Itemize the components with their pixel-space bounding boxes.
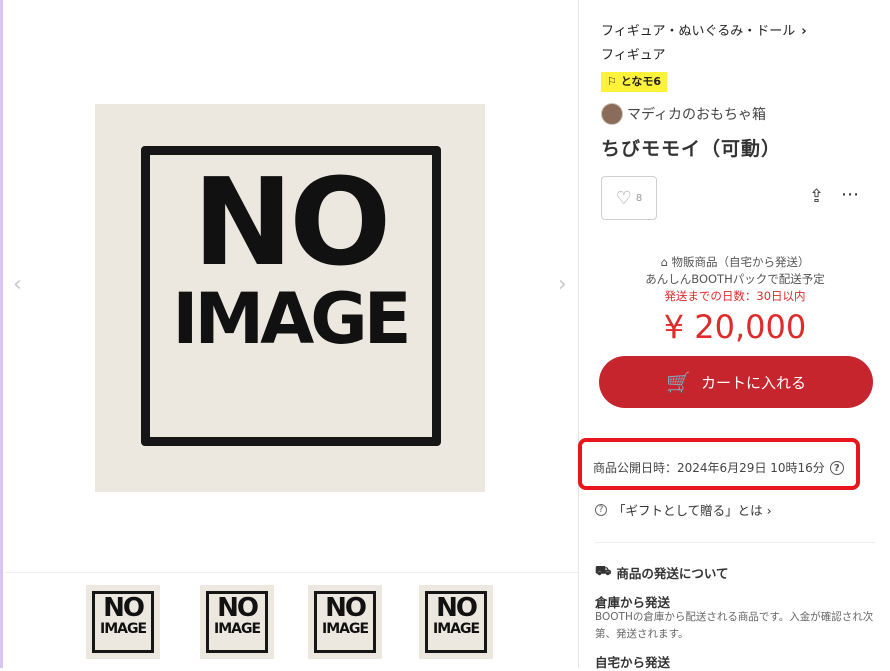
delivery-heading-label: 商品の発送について: [616, 566, 729, 581]
shop-name: マディカのおもちゃ箱: [627, 107, 767, 123]
shipping-type: ⌂ 物販商品（自宅から発送）: [579, 254, 890, 270]
help-icon[interactable]: ?: [829, 460, 844, 475]
truck-icon: ⛟: [595, 564, 612, 579]
question-icon: ?: [595, 503, 607, 516]
gift-info-link[interactable]: ? 「ギフトとして贈る」とは ›: [595, 500, 772, 519]
thumbnail-text-line2: IMAGE: [321, 621, 369, 637]
product-price: ¥ 20,000: [663, 308, 807, 346]
chevron-right-icon: ›: [801, 24, 807, 39]
thumbnail-text-line2: IMAGE: [213, 621, 261, 637]
shipping-pack-note: あんしんBOOTHパックで配送予定: [645, 272, 825, 286]
breadcrumb-category[interactable]: フィギュア・ぬいぐるみ・ドール ›: [601, 20, 807, 39]
shipping-type-label: 物販商品（自宅から発送）: [671, 255, 810, 269]
published-date-text: 商品公開日時：2024年6月29日 10時16分: [593, 461, 825, 475]
thumbnail-text-line2: IMAGE: [432, 621, 480, 637]
event-tag[interactable]: ⚐ となモ6: [601, 72, 668, 92]
home-shipping-title: 自宅から発送: [595, 655, 671, 670]
thumbnail-2[interactable]: NO IMAGE: [200, 585, 274, 659]
thumbnail-text-line1: NO: [103, 593, 145, 623]
share-icon[interactable]: ⇪: [809, 186, 824, 207]
no-image-text-line1: NO: [192, 154, 391, 293]
published-date: 商品公開日時：2024年6月29日 10時16分 ?: [593, 459, 844, 476]
warehouse-shipping-desc: BOOTHの倉庫から配送される商品です。入金が確認され次第、発送されます。: [595, 611, 874, 640]
thumbnail-text-line1: NO: [436, 593, 478, 623]
prev-image-arrow[interactable]: ‹: [13, 272, 22, 297]
thumbnail-text-line1: NO: [217, 593, 259, 623]
add-to-cart-label: カートに入れる: [700, 373, 806, 392]
home-icon: ⌂: [660, 255, 672, 269]
gift-info-label: 「ギフトとして贈る」とは ›: [613, 503, 772, 518]
section-divider: [595, 542, 875, 543]
thumbnail-1[interactable]: NO IMAGE: [86, 585, 160, 659]
like-button[interactable]: ♡ 8: [601, 176, 657, 220]
thumbnail-text-line2: IMAGE: [99, 621, 147, 637]
add-to-cart-button[interactable]: 🛒 カートに入れる: [599, 356, 873, 408]
breadcrumb-subcategory[interactable]: フィギュア: [601, 44, 665, 63]
shop-link[interactable]: マディカのおもちゃ箱: [601, 102, 766, 126]
no-image-text-line2: IMAGE: [172, 278, 411, 360]
image-gallery: NO IMAGE ‹ › NO IMAGE NO IMAGE NO IMAGE …: [3, 0, 578, 668]
shop-avatar: [601, 103, 623, 125]
cart-icon: 🛒: [666, 370, 691, 394]
thumbnail-3[interactable]: NO IMAGE: [308, 585, 382, 659]
product-info-panel: フィギュア・ぬいぐるみ・ドール › フィギュア ⚐ となモ6 マディカのおもちゃ箱…: [578, 0, 890, 670]
thumbnail-divider: [6, 572, 578, 573]
next-image-arrow[interactable]: ›: [558, 272, 567, 297]
heart-outline-icon: ♡: [615, 187, 632, 209]
main-product-image[interactable]: NO IMAGE: [95, 104, 485, 492]
more-options-icon[interactable]: ⋯: [841, 184, 860, 205]
thumbnail-text-line1: NO: [325, 593, 367, 623]
breadcrumb-category-label: フィギュア・ぬいぐるみ・ドール: [601, 24, 796, 39]
thumbnail-4[interactable]: NO IMAGE: [419, 585, 493, 659]
shipping-days: 発送までの日数：30日以内: [664, 289, 806, 303]
delivery-heading: ⛟ 商品の発送について: [595, 563, 729, 582]
product-title: ちびモモイ（可動）: [601, 138, 782, 160]
like-count: 8: [635, 192, 643, 204]
